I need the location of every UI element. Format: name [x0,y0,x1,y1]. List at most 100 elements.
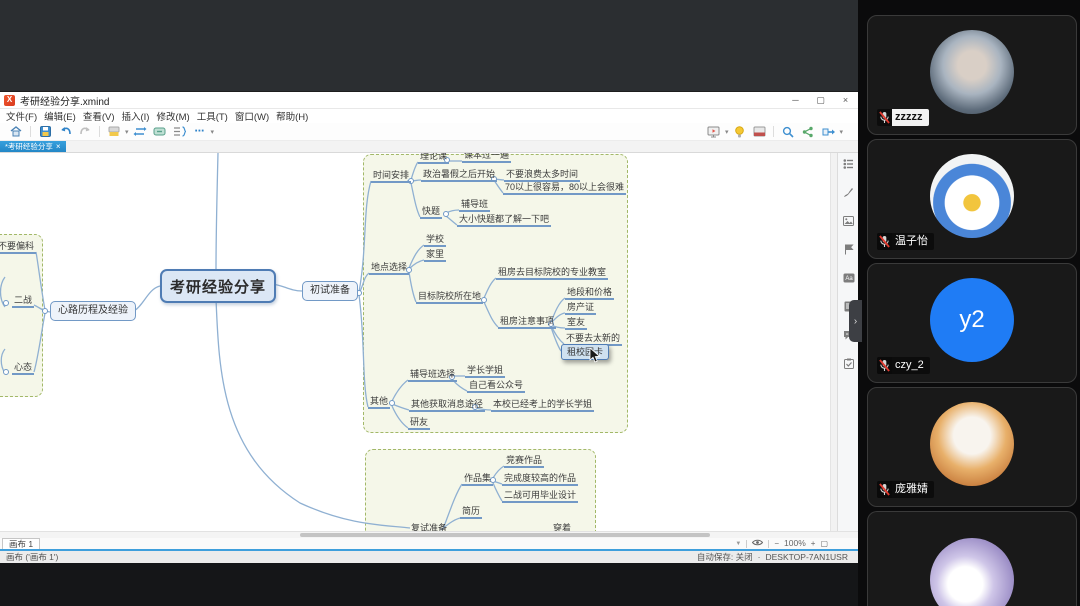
zoom-out-button[interactable]: − [774,539,779,548]
mindmap-node[interactable]: 研友 [408,417,431,430]
mindmap-node[interactable]: 简历 [460,506,483,519]
mindmap-node[interactable]: 租房去目标院校的专业教室 [496,267,609,280]
menu-help[interactable]: 帮助(H) [276,109,308,123]
tasks-icon[interactable] [843,358,854,369]
mindmap-node[interactable]: 家里 [424,249,447,262]
close-button[interactable]: × [833,92,858,108]
mic-muted-icon [877,109,892,126]
mindmap-node[interactable]: 目标院校所在地 [416,291,484,304]
participant-tile[interactable] [867,511,1077,606]
xmind-logo-icon: X [4,94,15,106]
zoom-in-button[interactable]: + [811,539,816,548]
horizontal-scrollbar-thumb[interactable] [300,533,710,537]
selected-node[interactable]: 租校园卡 [561,344,610,360]
more-tools-button[interactable]: ⋯ [192,124,208,139]
mindmap-node[interactable]: 地点选择 [369,262,410,275]
mindmap-node[interactable]: 心态 [12,362,35,375]
mindmap-node[interactable]: 本校已经考上的学长学姐 [491,399,595,412]
outline-button[interactable] [172,124,188,139]
save-button[interactable] [37,124,53,139]
mindmap-node[interactable]: 大小快题都了解一下吧 [457,214,552,227]
mindmap-node[interactable]: 其他获取消息途径 [409,399,486,412]
screen-share-background-top [0,0,858,92]
sheet-tab[interactable]: 画布 1 [2,538,41,549]
mindmap-node[interactable]: 政治暑假之后开始 [421,169,498,182]
export-button[interactable] [820,124,836,139]
format-painter-button[interactable] [106,124,122,139]
label-icon[interactable]: Aa [843,273,855,283]
participant-tile[interactable]: 温子怡 [867,139,1077,259]
clipart-icon[interactable] [843,216,854,226]
mindmap-node[interactable]: 学校 [424,234,447,247]
mindmap-node[interactable]: 时间安排 [371,170,412,183]
mindmap-node[interactable]: 租房注意事项 [498,316,557,329]
menu-modify[interactable]: 修改(M) [156,109,189,123]
menu-edit[interactable]: 编辑(E) [44,109,76,123]
document-tab-close-icon[interactable]: × [56,142,61,151]
vertical-scrollbar[interactable] [830,153,837,531]
avatar: y2 [930,278,1014,362]
mindmap-node[interactable]: 竞赛作品 [504,455,545,468]
marker-flag-icon[interactable] [844,244,854,255]
eye-icon[interactable] [752,539,764,548]
mindmap-node-clipped[interactable]: 复试准备 [409,523,449,531]
mindmap-node[interactable]: 完成度较高的作品 [502,473,579,486]
minimize-button[interactable]: ─ [783,92,808,108]
home-button[interactable] [8,124,24,139]
mindmap-node[interactable]: 理论课 [418,153,450,164]
undo-button[interactable] [57,124,73,139]
participant-name: czy_2 [895,359,924,371]
branch-journey[interactable]: 心路历程及经验 [50,301,136,321]
mindmap-node[interactable]: 辅导班 [459,199,491,212]
participant-tile[interactable]: y2 czy_2 [867,263,1077,383]
toolbar-dropdown[interactable]: ▾ [211,128,215,136]
mindmap-node[interactable]: 不要浪费太多时间 [504,169,581,182]
share-button[interactable] [800,124,816,139]
mindmap-node-clipped[interactable]: 穿着 [551,523,573,531]
central-topic[interactable]: 考研经验分享 [160,269,276,303]
presentation-dropdown[interactable]: ▾ [725,128,729,136]
mindmap-node[interactable]: 70以上很容易，80以上会很难 [503,182,627,195]
mouse-cursor [589,348,601,363]
mindmap-node[interactable]: 二战可用毕业设计 [502,490,579,503]
menu-file[interactable]: 文件(F) [6,109,37,123]
mindmap-canvas[interactable]: 考研经验分享 心路历程及经验 初试准备 不要偏科 二战 心态 时间安排 理论课 … [0,153,830,531]
fit-screen-button[interactable]: ▢ [820,539,828,548]
menu-insert[interactable]: 插入(I) [121,109,149,123]
mindmap-node[interactable]: 不要偏科 [0,241,37,254]
change-structure-button[interactable] [132,124,148,139]
mindmap-node[interactable]: 室友 [565,317,588,330]
document-tab[interactable]: *考研经验分享 × [0,141,66,152]
share-style-button[interactable] [152,124,168,139]
mindmap-node[interactable]: 辅导班选择 [408,369,458,382]
maximize-button[interactable]: ▢ [808,92,833,108]
export-dropdown[interactable]: ▾ [839,128,843,136]
redo-button[interactable] [77,124,93,139]
mindmap-node[interactable]: 二战 [12,295,35,308]
mindmap-node[interactable]: 地段和价格 [565,287,615,300]
search-button[interactable] [780,124,796,139]
mindmap-node[interactable]: 作品集 [462,473,494,486]
mindmap-node[interactable]: 其他 [368,396,391,409]
style-brush-icon[interactable] [843,187,854,198]
structure-panel-icon[interactable] [843,159,854,169]
presentation-button[interactable] [706,124,722,139]
sheet-tab-bar: 画布 1 ▼ − 100% + ▢ [0,538,858,549]
horizontal-scrollbar[interactable] [0,531,858,538]
branch-first-exam[interactable]: 初试准备 [302,281,358,301]
panel-view-button[interactable] [751,124,767,139]
mindmap-node[interactable]: 快题 [420,206,443,219]
menu-tools[interactable]: 工具(T) [197,109,228,123]
mindmap-node[interactable]: 房产证 [565,302,597,315]
participant-tile[interactable]: zzzzz [867,15,1077,135]
participant-tile[interactable]: 庞雅婧 [867,387,1077,507]
mindmap-node[interactable]: 学长学姐 [465,365,506,378]
mindmap-node[interactable]: 自己看公众号 [467,380,526,393]
filter-icon[interactable]: ▼ [735,541,741,547]
mindmap-node[interactable]: 课本过一遍 [462,153,512,163]
menu-window[interactable]: 窗口(W) [235,109,269,123]
idea-bulb-button[interactable] [731,124,747,139]
menu-view[interactable]: 查看(V) [83,109,115,123]
format-painter-dropdown[interactable]: ▾ [125,128,129,136]
panel-collapse-handle[interactable]: › [849,300,862,342]
